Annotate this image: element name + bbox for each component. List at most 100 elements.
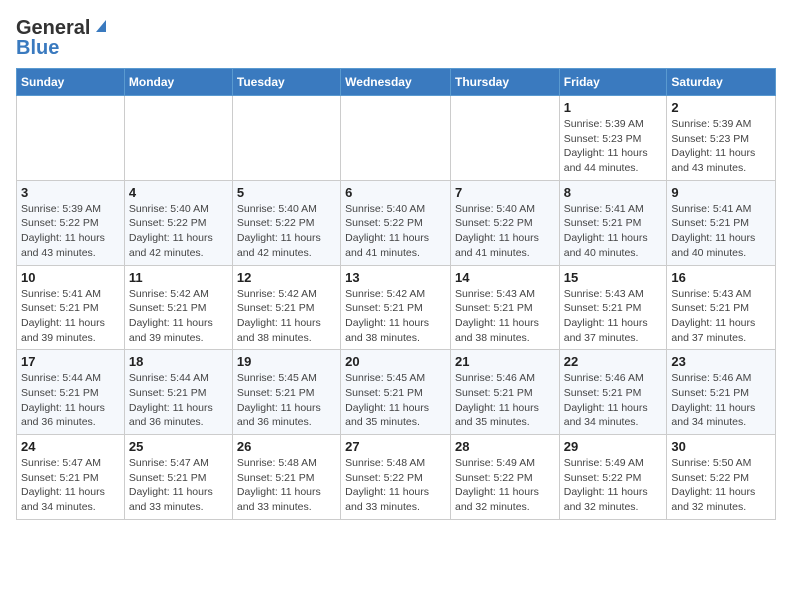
header-cell-wednesday: Wednesday xyxy=(341,69,451,96)
header-cell-sunday: Sunday xyxy=(17,69,125,96)
day-info: Sunrise: 5:42 AM Sunset: 5:21 PM Dayligh… xyxy=(237,287,336,346)
day-number: 16 xyxy=(671,270,771,285)
calendar-cell: 1Sunrise: 5:39 AM Sunset: 5:23 PM Daylig… xyxy=(559,96,667,181)
day-info: Sunrise: 5:40 AM Sunset: 5:22 PM Dayligh… xyxy=(129,202,228,261)
day-info: Sunrise: 5:43 AM Sunset: 5:21 PM Dayligh… xyxy=(671,287,771,346)
day-number: 17 xyxy=(21,354,120,369)
day-number: 29 xyxy=(564,439,663,454)
day-info: Sunrise: 5:45 AM Sunset: 5:21 PM Dayligh… xyxy=(345,371,446,430)
day-info: Sunrise: 5:48 AM Sunset: 5:21 PM Dayligh… xyxy=(237,456,336,515)
calendar-cell xyxy=(232,96,340,181)
calendar-header-row: SundayMondayTuesdayWednesdayThursdayFrid… xyxy=(17,69,776,96)
calendar-cell: 6Sunrise: 5:40 AM Sunset: 5:22 PM Daylig… xyxy=(341,180,451,265)
day-info: Sunrise: 5:39 AM Sunset: 5:22 PM Dayligh… xyxy=(21,202,120,261)
calendar-cell: 18 Sunrise: 5:44 AM Sunset: 5:21 PM Dayli… xyxy=(124,350,232,435)
calendar-cell xyxy=(450,96,559,181)
calendar-cell: 3 Sunrise: 5:39 AM Sunset: 5:22 PM Daylig… xyxy=(17,180,125,265)
day-number: 2 xyxy=(671,100,771,115)
day-info: Sunrise: 5:47 AM Sunset: 5:21 PM Dayligh… xyxy=(129,456,228,515)
day-info: Sunrise: 5:40 AM Sunset: 5:22 PM Dayligh… xyxy=(455,202,555,261)
calendar-cell xyxy=(124,96,232,181)
day-number: 3 xyxy=(21,185,120,200)
day-info: Sunrise: 5:43 AM Sunset: 5:21 PM Dayligh… xyxy=(564,287,663,346)
day-number: 30 xyxy=(671,439,771,454)
logo-blue-text: Blue xyxy=(16,37,59,60)
day-number: 21 xyxy=(455,354,555,369)
header-cell-tuesday: Tuesday xyxy=(232,69,340,96)
day-number: 10 xyxy=(21,270,120,285)
day-info: Sunrise: 5:50 AM Sunset: 5:22 PM Dayligh… xyxy=(671,456,771,515)
day-info: Sunrise: 5:44 AM Sunset: 5:21 PM Dayligh… xyxy=(21,371,120,430)
day-info: Sunrise: 5:49 AM Sunset: 5:22 PM Dayligh… xyxy=(564,456,663,515)
day-number: 13 xyxy=(345,270,446,285)
calendar-cell: 11Sunrise: 5:42 AM Sunset: 5:21 PM Dayli… xyxy=(124,265,232,350)
calendar-week-row: 3 Sunrise: 5:39 AM Sunset: 5:22 PM Daylig… xyxy=(17,180,776,265)
day-number: 7 xyxy=(455,185,555,200)
calendar-cell: 22 Sunrise: 5:46 AM Sunset: 5:21 PM Dayli… xyxy=(559,350,667,435)
day-number: 14 xyxy=(455,270,555,285)
day-info: Sunrise: 5:47 AM Sunset: 5:21 PM Dayligh… xyxy=(21,456,120,515)
calendar-cell: 25 Sunrise: 5:47 AM Sunset: 5:21 PM Dayli… xyxy=(124,435,232,520)
header-cell-friday: Friday xyxy=(559,69,667,96)
calendar-cell: 7 Sunrise: 5:40 AM Sunset: 5:22 PM Daylig… xyxy=(450,180,559,265)
day-info: Sunrise: 5:41 AM Sunset: 5:21 PM Dayligh… xyxy=(564,202,663,261)
day-info: Sunrise: 5:41 AM Sunset: 5:21 PM Dayligh… xyxy=(21,287,120,346)
day-info: Sunrise: 5:39 AM Sunset: 5:23 PM Dayligh… xyxy=(564,117,663,176)
day-info: Sunrise: 5:46 AM Sunset: 5:21 PM Dayligh… xyxy=(564,371,663,430)
logo-arrow-icon xyxy=(92,16,110,39)
day-number: 26 xyxy=(237,439,336,454)
calendar-cell: 10 Sunrise: 5:41 AM Sunset: 5:21 PM Dayli… xyxy=(17,265,125,350)
day-number: 8 xyxy=(564,185,663,200)
calendar-week-row: 24 Sunrise: 5:47 AM Sunset: 5:21 PM Dayli… xyxy=(17,435,776,520)
calendar-cell: 8 Sunrise: 5:41 AM Sunset: 5:21 PM Daylig… xyxy=(559,180,667,265)
calendar-cell: 14Sunrise: 5:43 AM Sunset: 5:21 PM Dayli… xyxy=(450,265,559,350)
day-info: Sunrise: 5:41 AM Sunset: 5:21 PM Dayligh… xyxy=(671,202,771,261)
day-info: Sunrise: 5:45 AM Sunset: 5:21 PM Dayligh… xyxy=(237,371,336,430)
day-number: 9 xyxy=(671,185,771,200)
calendar-week-row: 10 Sunrise: 5:41 AM Sunset: 5:21 PM Dayli… xyxy=(17,265,776,350)
page-header: General Blue xyxy=(16,16,776,60)
calendar-cell: 30 Sunrise: 5:50 AM Sunset: 5:22 PM Dayli… xyxy=(667,435,776,520)
day-number: 20 xyxy=(345,354,446,369)
day-info: Sunrise: 5:44 AM Sunset: 5:21 PM Dayligh… xyxy=(129,371,228,430)
header-cell-monday: Monday xyxy=(124,69,232,96)
calendar-cell: 26 Sunrise: 5:48 AM Sunset: 5:21 PM Dayli… xyxy=(232,435,340,520)
day-number: 23 xyxy=(671,354,771,369)
day-number: 5 xyxy=(237,185,336,200)
day-number: 4 xyxy=(129,185,228,200)
day-number: 22 xyxy=(564,354,663,369)
calendar-cell: 5 Sunrise: 5:40 AM Sunset: 5:22 PM Daylig… xyxy=(232,180,340,265)
calendar-body: 1Sunrise: 5:39 AM Sunset: 5:23 PM Daylig… xyxy=(17,96,776,520)
calendar-cell: 12Sunrise: 5:42 AM Sunset: 5:21 PM Dayli… xyxy=(232,265,340,350)
day-info: Sunrise: 5:46 AM Sunset: 5:21 PM Dayligh… xyxy=(455,371,555,430)
day-info: Sunrise: 5:39 AM Sunset: 5:23 PM Dayligh… xyxy=(671,117,771,176)
calendar-cell: 28Sunrise: 5:49 AM Sunset: 5:22 PM Dayli… xyxy=(450,435,559,520)
day-number: 18 xyxy=(129,354,228,369)
calendar-cell: 16 Sunrise: 5:43 AM Sunset: 5:21 PM Dayli… xyxy=(667,265,776,350)
calendar-cell: 20 Sunrise: 5:45 AM Sunset: 5:21 PM Dayli… xyxy=(341,350,451,435)
calendar-cell: 15 Sunrise: 5:43 AM Sunset: 5:21 PM Dayli… xyxy=(559,265,667,350)
calendar-cell: 4 Sunrise: 5:40 AM Sunset: 5:22 PM Daylig… xyxy=(124,180,232,265)
calendar-week-row: 1Sunrise: 5:39 AM Sunset: 5:23 PM Daylig… xyxy=(17,96,776,181)
calendar-cell: 21 Sunrise: 5:46 AM Sunset: 5:21 PM Dayli… xyxy=(450,350,559,435)
calendar-cell: 24 Sunrise: 5:47 AM Sunset: 5:21 PM Dayli… xyxy=(17,435,125,520)
logo: General Blue xyxy=(16,16,110,60)
calendar-cell: 13Sunrise: 5:42 AM Sunset: 5:21 PM Dayli… xyxy=(341,265,451,350)
day-info: Sunrise: 5:48 AM Sunset: 5:22 PM Dayligh… xyxy=(345,456,446,515)
day-number: 27 xyxy=(345,439,446,454)
calendar-cell: 19 Sunrise: 5:45 AM Sunset: 5:21 PM Dayli… xyxy=(232,350,340,435)
day-number: 25 xyxy=(129,439,228,454)
day-info: Sunrise: 5:46 AM Sunset: 5:21 PM Dayligh… xyxy=(671,371,771,430)
day-info: Sunrise: 5:40 AM Sunset: 5:22 PM Dayligh… xyxy=(237,202,336,261)
day-info: Sunrise: 5:40 AM Sunset: 5:22 PM Dayligh… xyxy=(345,202,446,261)
day-number: 24 xyxy=(21,439,120,454)
calendar-cell xyxy=(17,96,125,181)
calendar-cell: 29 Sunrise: 5:49 AM Sunset: 5:22 PM Dayli… xyxy=(559,435,667,520)
day-number: 19 xyxy=(237,354,336,369)
header-cell-thursday: Thursday xyxy=(450,69,559,96)
calendar-cell: 27 Sunrise: 5:48 AM Sunset: 5:22 PM Dayli… xyxy=(341,435,451,520)
header-cell-saturday: Saturday xyxy=(667,69,776,96)
day-number: 11 xyxy=(129,270,228,285)
calendar-cell: 17 Sunrise: 5:44 AM Sunset: 5:21 PM Dayli… xyxy=(17,350,125,435)
day-number: 15 xyxy=(564,270,663,285)
